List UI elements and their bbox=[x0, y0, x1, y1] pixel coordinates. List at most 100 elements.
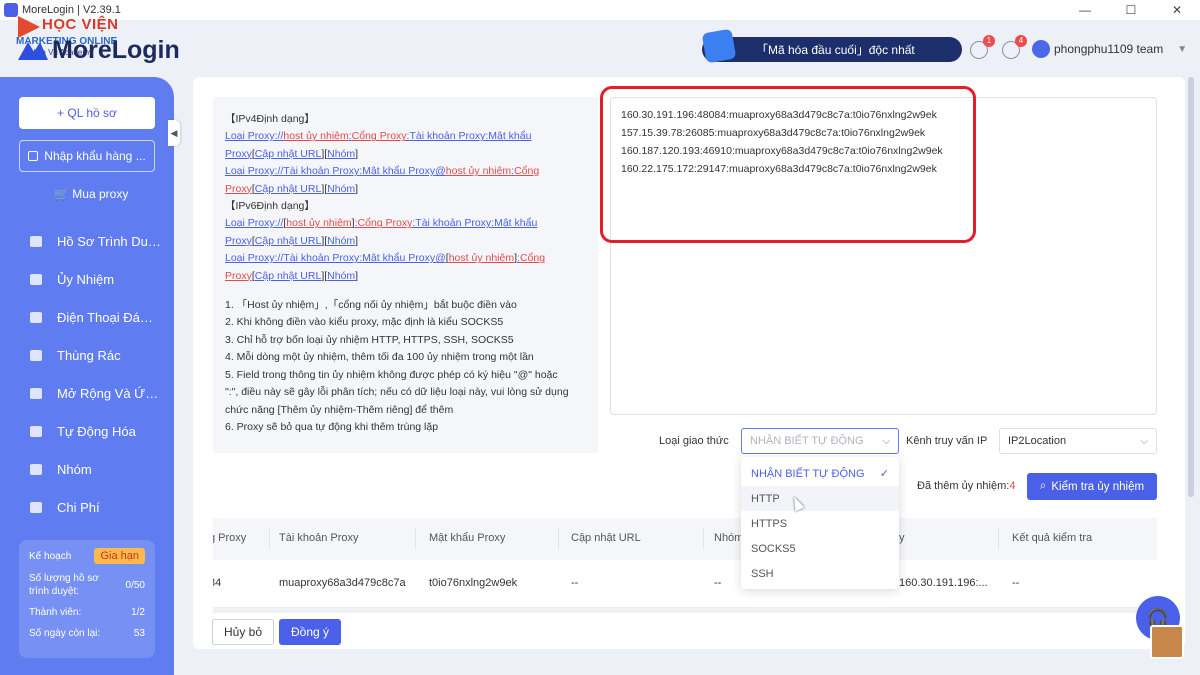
col-port: g Proxy bbox=[213, 532, 247, 544]
sidebar: + QL hồ sơ Nhập khẩu hàng ... 🛒 Mua prox… bbox=[0, 77, 174, 675]
chevron-down-icon: ⌵ bbox=[882, 435, 890, 447]
collapse-sidebar-icon[interactable]: ◀ bbox=[168, 120, 180, 146]
sidebar-item-cloud-phone[interactable]: Điện Thoại Đám ... bbox=[0, 298, 174, 336]
ipv4-format-2: Loại Proxy://Tài khoản Proxy:Mật khẩu Pr… bbox=[225, 165, 540, 178]
ipv4-format-1b: Proxy[Cập nhật URL][Nhóm] bbox=[225, 147, 359, 160]
confirm-button[interactable]: Đồng ý bbox=[279, 619, 341, 645]
sidebar-item-cost[interactable]: Chi Phí bbox=[0, 488, 174, 526]
import-icon bbox=[28, 151, 39, 161]
buy-proxy-label: Mua proxy bbox=[72, 187, 129, 201]
rule-2: 2. Khi không điền vào kiểu proxy, mặc đị… bbox=[225, 316, 504, 329]
buy-proxy-link[interactable]: 🛒 Mua proxy bbox=[54, 187, 128, 201]
alert-icon[interactable]: 1 bbox=[970, 34, 995, 59]
title-bar: MoreLogin | V2.39.1 — ☐ ✕ bbox=[0, 0, 1200, 20]
rule-5-end: chức năng [Thêm ủy nhiệm-Thêm riêng] để … bbox=[225, 403, 454, 416]
cancel-button[interactable]: Hủy bỏ bbox=[212, 619, 274, 645]
ipv6-format-2b: Proxy[Cập nhật URL][Nhóm] bbox=[225, 269, 359, 282]
protocol-dropdown-menu: NHẬN BIẾT TỰ ĐỘNG ✓ HTTP HTTPS SOCKS5 SS… bbox=[741, 457, 899, 589]
account-name: phongphu1109 team bbox=[1054, 42, 1164, 56]
bell-icon[interactable]: 4 bbox=[1002, 34, 1027, 59]
brand-name: MoreLogin bbox=[52, 36, 180, 64]
maximize-icon[interactable]: ☐ bbox=[1108, 0, 1154, 20]
add-profile-button[interactable]: + QL hồ sơ bbox=[19, 97, 155, 129]
days-left-label: Số ngày còn lại: bbox=[29, 628, 101, 639]
alert-badge: 1 bbox=[983, 34, 995, 47]
table-horizontal-scrollbar[interactable] bbox=[213, 608, 1157, 613]
sidebar-item-group[interactable]: Nhóm bbox=[0, 450, 174, 488]
protocol-option-auto[interactable]: NHẬN BIẾT TỰ ĐỘNG ✓ bbox=[741, 461, 899, 486]
minimize-icon[interactable]: — bbox=[1062, 0, 1108, 20]
sidebar-item-browser-profiles[interactable]: Hồ Sơ Trình Duyệt bbox=[0, 222, 174, 260]
col-ip: y bbox=[899, 532, 905, 544]
profiles-quota-label: Số lượng hồ sơ trình duyệt: bbox=[29, 573, 99, 597]
account-menu[interactable]: phongphu1109 team ▼ bbox=[1032, 40, 1187, 58]
protocol-option-socks5[interactable]: SOCKS5 bbox=[741, 536, 899, 561]
notification-badge: 4 bbox=[1015, 34, 1027, 47]
sidebar-item-trash[interactable]: Thùng Rác bbox=[0, 336, 174, 374]
chevron-down-icon: ▼ bbox=[1177, 43, 1188, 55]
renew-button[interactable]: Gia hạn bbox=[94, 548, 145, 564]
protocol-label: Loại giao thức bbox=[659, 435, 729, 447]
import-label: Nhập khẩu hàng ... bbox=[44, 149, 146, 163]
avatar bbox=[1032, 40, 1050, 58]
members-value: 1/2 bbox=[131, 607, 145, 618]
protocol-option-ssh[interactable]: SSH bbox=[741, 561, 899, 586]
chevron-down-icon: ⌵ bbox=[1140, 435, 1148, 447]
table-header: g Proxy Tài khoản Proxy Mật khẩu Proxy C… bbox=[213, 518, 1157, 560]
rule-5: 5. Field trong thông tin ủy nhiệm không … bbox=[225, 368, 558, 381]
academy-logo-icon bbox=[18, 16, 40, 38]
check-proxy-button[interactable]: ⌕ Kiểm tra ủy nhiệm bbox=[1027, 473, 1157, 500]
rule-4: 4. Mỗi dòng một ủy nhiệm, thêm tối đa 10… bbox=[225, 351, 534, 364]
phone-icon bbox=[30, 311, 42, 323]
profiles-quota-value: 0/50 bbox=[125, 579, 145, 591]
ipv6-format-1b: Proxy[Cập nhật URL][Nhóm] bbox=[225, 234, 359, 247]
ip-channel-select[interactable]: IP2Location ⌵ bbox=[999, 428, 1157, 454]
promo-text: 「Mã hóa đầu cuối」độc nhất bbox=[756, 43, 915, 57]
window-controls: — ☐ ✕ bbox=[1062, 0, 1200, 20]
import-button[interactable]: Nhập khẩu hàng ... bbox=[19, 140, 155, 172]
morelogin-logo-icon bbox=[18, 42, 48, 60]
members-label: Thành viên: bbox=[29, 607, 82, 618]
protocol-option-http[interactable]: HTTP bbox=[741, 486, 899, 511]
ipv6-format-2: Loại Proxy://Tài khoản Proxy:Mật khẩu Pr… bbox=[225, 252, 546, 265]
app-icon bbox=[4, 3, 18, 17]
added-count: 4 bbox=[1009, 480, 1016, 492]
sidebar-item-automation[interactable]: Tự Động Hóa bbox=[0, 412, 174, 450]
brand: HỌC VIỆN MARKETING ONLINE Viên Vũ Academ… bbox=[14, 16, 194, 77]
ip-channel-label: Kênh truy vấn IP bbox=[906, 435, 988, 447]
proxy-icon bbox=[30, 273, 42, 285]
col-group: Nhóm bbox=[714, 532, 744, 544]
protocol-select[interactable]: NHẬN BIẾT TỰ ĐỘNG ⌵ bbox=[741, 428, 899, 454]
ip-channel-value: IP2Location bbox=[1008, 435, 1067, 447]
app-header: HỌC VIỆN MARKETING ONLINE Viên Vũ Academ… bbox=[0, 16, 1200, 77]
ipv6-format-title: 【IPv6Định dạng】 bbox=[225, 200, 315, 213]
table-row[interactable]: 84 muaproxy68a3d479c8c7a t0io76nxlng2w9e… bbox=[213, 560, 1157, 608]
page-scrollbar[interactable] bbox=[1188, 77, 1194, 497]
col-result: Kết quả kiểm tra bbox=[1012, 532, 1093, 544]
trash-icon bbox=[30, 349, 42, 361]
header-icons: 1 4 bbox=[970, 34, 1034, 62]
shield-icon bbox=[701, 28, 737, 63]
col-account: Tài khoản Proxy bbox=[279, 532, 359, 544]
cart-icon: 🛒 bbox=[54, 187, 69, 201]
puzzle-icon bbox=[30, 387, 42, 399]
proxy-table: g Proxy Tài khoản Proxy Mật khẩu Proxy C… bbox=[213, 518, 1157, 608]
group-icon bbox=[30, 463, 42, 475]
promo-banner[interactable]: 「Mã hóa đầu cuối」độc nhất bbox=[701, 28, 962, 63]
format-help: 【IPv4Định dạng】 Loại Proxy://host ủy nhi… bbox=[213, 97, 598, 453]
rule-3: 3. Chỉ hỗ trợ bốn loại ủy nhiệm HTTP, HT… bbox=[225, 333, 514, 346]
ipv4-format-title: 【IPv4Định dạng】 bbox=[225, 113, 315, 125]
sidebar-item-extensions[interactable]: Mở Rộng Và Ứn... bbox=[0, 374, 174, 412]
col-password: Mật khẩu Proxy bbox=[429, 532, 506, 544]
search-icon: ⌕ bbox=[1039, 480, 1047, 492]
ipv4-format-1: Loại Proxy://host ủy nhiệm:Cổng Proxy:Tà… bbox=[225, 130, 532, 143]
plan-label: Kế hoạch bbox=[29, 550, 72, 562]
rule-5-cont: ":", điều này sẽ gây lỗi phân tích; nếu … bbox=[225, 386, 569, 399]
protocol-option-https[interactable]: HTTPS bbox=[741, 511, 899, 536]
browser-icon bbox=[30, 235, 42, 247]
automation-icon bbox=[30, 425, 42, 437]
annotation-highlight bbox=[600, 86, 976, 243]
close-icon[interactable]: ✕ bbox=[1154, 0, 1200, 20]
window-title: MoreLogin | V2.39.1 bbox=[22, 4, 121, 16]
sidebar-item-proxy[interactable]: Ủy Nhiệm bbox=[0, 260, 174, 298]
